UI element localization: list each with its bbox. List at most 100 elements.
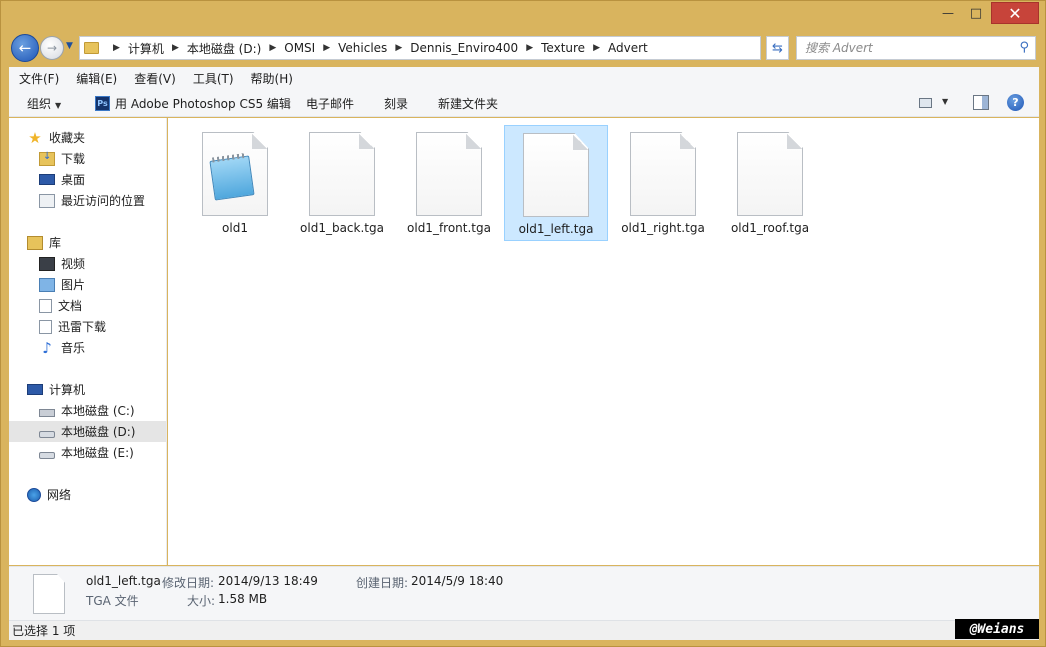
file-type: TGA 文件 xyxy=(86,594,139,608)
desktop-icon xyxy=(39,174,55,185)
preview-pane-icon[interactable] xyxy=(973,95,989,110)
breadcrumb-advert[interactable]: Advert xyxy=(608,41,648,55)
forward-button[interactable]: → xyxy=(40,36,64,60)
sidebar-item-xunlei[interactable]: 迅雷下载 xyxy=(39,316,106,337)
breadcrumb-dennis-enviro400[interactable]: Dennis_Enviro400 xyxy=(410,41,518,55)
sidebar-item-desktop[interactable]: 桌面 xyxy=(39,169,85,190)
file-icon xyxy=(737,132,803,216)
explorer-window: — □ ✕ ← → ▼ ▶ 计算机 ▶ 本地磁盘 (D:) ▶ OMSI ▶ V… xyxy=(0,0,1046,647)
search-input[interactable] xyxy=(805,41,1005,55)
file-item-selected[interactable]: old1_left.tga xyxy=(504,125,608,241)
file-item[interactable]: old1_right.tga xyxy=(611,125,715,241)
video-icon xyxy=(39,256,55,271)
sidebar-item-label: 最近访问的位置 xyxy=(61,194,146,208)
chevron-right-icon[interactable]: ▶ xyxy=(518,43,541,53)
picture-icon xyxy=(39,277,55,292)
breadcrumb-texture[interactable]: Texture xyxy=(541,41,585,55)
file-item[interactable]: old1_back.tga xyxy=(290,125,394,241)
view-options-dropdown[interactable]: ▼ xyxy=(942,97,948,106)
sidebar-item-label: 本地磁盘 (C:) xyxy=(61,404,135,418)
new-folder-button[interactable]: 新建文件夹 xyxy=(438,95,498,112)
file-name: old1_front.tga xyxy=(407,221,491,235)
recent-places-icon xyxy=(39,193,55,208)
chevron-right-icon[interactable]: ▶ xyxy=(261,43,284,53)
sidebar-item-computer[interactable]: 计算机 xyxy=(27,379,85,400)
file-list-pane: old1 old1_back.tga old1_front.tga old1_l… xyxy=(168,118,1039,565)
sidebar-item-documents[interactable]: 文档 xyxy=(39,295,82,316)
recent-locations-dropdown[interactable]: ▼ xyxy=(66,41,73,51)
search-icon[interactable]: ⚲ xyxy=(1019,40,1029,55)
sidebar-item-recent-places[interactable]: 最近访问的位置 xyxy=(39,190,145,211)
menu-tools[interactable]: 工具(T) xyxy=(193,70,234,87)
sidebar-item-favorites[interactable]: ★ 收藏夹 xyxy=(27,127,85,148)
modified-date-label: 修改日期: xyxy=(162,576,215,590)
sidebar-item-label: 库 xyxy=(49,236,62,250)
chevron-right-icon[interactable]: ▶ xyxy=(585,43,608,53)
sidebar-item-downloads[interactable]: 下载 xyxy=(39,148,85,169)
view-options-icon[interactable] xyxy=(919,98,932,108)
arrow-left-icon: ← xyxy=(18,39,32,57)
details-pane: old1_left.tga 修改日期: 2014/9/13 18:49 创建日期… xyxy=(9,566,1039,620)
file-item[interactable]: old1_front.tga xyxy=(397,125,501,241)
selection-count: 已选择 1 项 xyxy=(12,624,76,638)
breadcrumb-drive-d[interactable]: 本地磁盘 (D:) xyxy=(187,40,261,57)
address-bar[interactable]: ▶ 计算机 ▶ 本地磁盘 (D:) ▶ OMSI ▶ Vehicles ▶ De… xyxy=(79,36,829,60)
email-button[interactable]: 电子邮件 xyxy=(306,95,354,112)
file-item[interactable]: old1 xyxy=(183,125,287,241)
menu-edit[interactable]: 编辑(E) xyxy=(76,70,117,87)
refresh-button[interactable]: ⇆ xyxy=(766,36,789,60)
document-icon xyxy=(39,298,52,313)
sidebar-item-label: 文档 xyxy=(58,299,83,313)
chevron-right-icon[interactable]: ▶ xyxy=(315,43,338,53)
maximize-button[interactable]: □ xyxy=(963,2,989,24)
sidebar-item-label: 本地磁盘 (D:) xyxy=(61,425,136,439)
sidebar-item-pictures[interactable]: 图片 xyxy=(39,274,85,295)
chevron-down-icon: ▼ xyxy=(55,101,62,110)
sidebar-item-libraries[interactable]: 库 xyxy=(27,232,61,253)
menu-file[interactable]: 文件(F) xyxy=(19,70,59,87)
sidebar-item-network[interactable]: 网络 xyxy=(27,484,71,505)
open-with-photoshop-button[interactable]: 用 Adobe Photoshop CS5 编辑 xyxy=(115,95,291,112)
sidebar-item-drive-d[interactable]: 本地磁盘 (D:) xyxy=(9,421,166,442)
sidebar-item-label: 计算机 xyxy=(49,383,86,397)
details-filename: old1_left.tga xyxy=(86,574,161,588)
refresh-icon: ⇆ xyxy=(772,40,783,56)
sidebar-item-music[interactable]: ♪ 音乐 xyxy=(39,337,85,358)
breadcrumb-computer[interactable]: 计算机 xyxy=(128,40,164,57)
created-date-value: 2014/5/9 18:40 xyxy=(411,574,504,588)
downloads-folder-icon xyxy=(39,151,55,166)
close-button[interactable]: ✕ xyxy=(991,2,1039,24)
star-icon: ★ xyxy=(28,128,42,147)
breadcrumb-omsi[interactable]: OMSI xyxy=(284,41,315,55)
organize-button[interactable]: 组织 ▼ xyxy=(27,95,61,112)
network-icon xyxy=(27,487,41,502)
status-bar: 已选择 1 项 xyxy=(9,620,1039,640)
notepad-icon xyxy=(202,132,268,216)
menu-help[interactable]: 帮助(H) xyxy=(251,70,293,87)
search-box[interactable]: ⚲ xyxy=(796,36,1036,60)
file-item[interactable]: old1_roof.tga xyxy=(718,125,822,241)
chevron-right-icon[interactable]: ▶ xyxy=(387,43,410,53)
system-drive-icon xyxy=(39,409,55,417)
folder-icon xyxy=(84,42,99,54)
help-icon[interactable]: ? xyxy=(1007,94,1024,111)
menu-bar: 文件(F) 编辑(E) 查看(V) 工具(T) 帮助(H) xyxy=(9,67,1039,89)
navigation-pane: ★ 收藏夹 下载 桌面 最近访问的位置 库 视频 图片 文档 xyxy=(9,118,167,565)
breadcrumb-vehicles[interactable]: Vehicles xyxy=(338,41,387,55)
chevron-right-icon[interactable]: ▶ xyxy=(164,43,187,53)
sidebar-item-videos[interactable]: 视频 xyxy=(39,253,85,274)
sidebar-item-drive-c[interactable]: 本地磁盘 (C:) xyxy=(39,400,135,421)
sidebar-item-label: 迅雷下载 xyxy=(58,320,107,334)
sidebar-item-drive-e[interactable]: 本地磁盘 (E:) xyxy=(39,442,134,463)
title-bar: — □ ✕ xyxy=(1,1,1046,29)
minimize-button[interactable]: — xyxy=(935,2,961,24)
back-button[interactable]: ← xyxy=(11,34,39,62)
file-name: old1_back.tga xyxy=(300,221,384,235)
drive-icon xyxy=(39,430,55,438)
burn-button[interactable]: 刻录 xyxy=(384,95,408,112)
file-icon xyxy=(523,133,589,217)
chevron-right-icon[interactable]: ▶ xyxy=(105,43,128,53)
notepad-graphic xyxy=(209,155,255,201)
menu-view[interactable]: 查看(V) xyxy=(134,70,176,87)
sidebar-item-label: 视频 xyxy=(61,257,86,271)
